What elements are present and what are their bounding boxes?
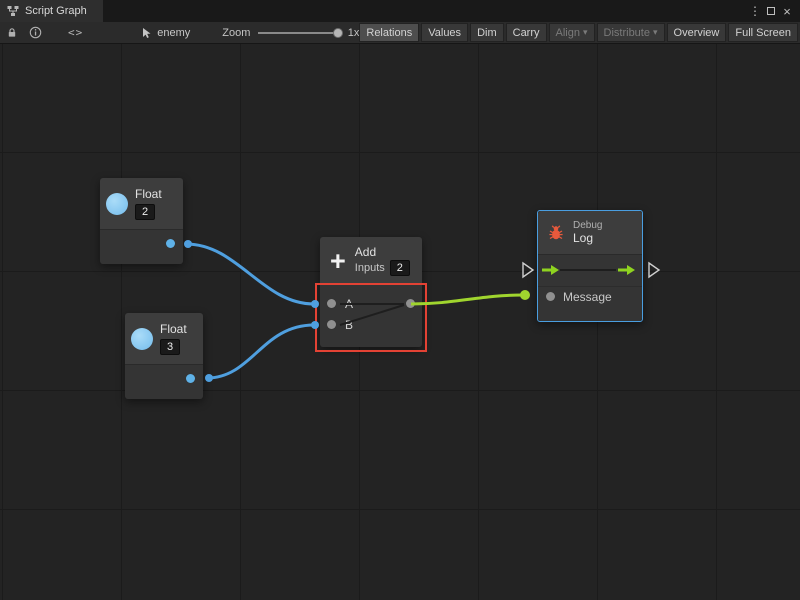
full-screen-button[interactable]: Full Screen [728,23,798,42]
align-dropdown[interactable]: Align ▾ [549,23,595,42]
node-title: Float [135,187,162,201]
node-title: Add [355,245,410,259]
float-output-port[interactable] [166,239,175,248]
zoom-label: Zoom [222,27,250,39]
message-port-label: Message [563,292,612,302]
wire-add-to-message[interactable] [411,295,523,304]
float-value-field[interactable]: 3 [160,339,180,355]
align-label: Align [556,27,580,39]
zoom-value: 1x [348,27,360,39]
ports-highlight-rect [315,283,427,352]
float-type-icon [106,193,128,215]
graph-canvas[interactable]: Float 2 Float 3 + Add Inputs [0,44,800,600]
overview-button[interactable]: Overview [667,23,727,42]
maximize-icon[interactable] [763,2,779,20]
carry-button[interactable]: Carry [506,23,547,42]
graph-name-label: enemy [157,27,190,39]
zoom-slider[interactable] [258,32,339,34]
graph-breadcrumb-enemy[interactable]: enemy [141,23,190,43]
code-view-button[interactable]: <> [68,23,83,43]
chevron-down-icon: ▾ [653,27,658,38]
info-button[interactable] [29,23,42,43]
script-graph-icon [7,1,19,21]
flow-triangle-out[interactable] [649,263,659,277]
node-title: Float [160,322,187,336]
relations-button[interactable]: Relations [359,23,419,42]
tab-script-graph[interactable]: Script Graph [0,0,103,22]
message-input-port[interactable] [546,292,555,301]
float-node-1[interactable]: Float 2 [100,178,183,264]
wire-float1-to-a[interactable] [186,244,314,304]
lock-button[interactable] [6,23,18,43]
titlebar: Script Graph ⋮ × [0,0,800,22]
debug-log-node[interactable]: Debug Log Message [537,210,643,322]
wire-endpoint-dot [205,374,213,382]
wire-endpoint-dot [520,290,530,300]
window-controls: ⋮ × [747,0,800,22]
wire-float2-to-b[interactable] [207,325,314,378]
values-button[interactable]: Values [421,23,468,42]
flow-triangle-in[interactable] [523,263,533,277]
float-type-icon [131,328,153,350]
add-icon: + [330,249,346,273]
zoom-slider-handle[interactable] [333,28,343,38]
toolbar-buttons: Relations Values Dim Carry Align ▾ Distr… [359,23,798,42]
float-output-port[interactable] [186,374,195,383]
inputs-label: Inputs [355,262,385,274]
maximize-glyph [767,7,775,15]
tab-title: Script Graph [25,5,87,17]
control-flow-row [538,255,642,287]
dim-button[interactable]: Dim [470,23,504,42]
close-icon[interactable]: × [779,2,795,20]
distribute-label: Distribute [604,27,650,39]
float-node-2[interactable]: Float 3 [125,313,203,399]
node-title: Log [573,231,602,245]
message-port-row: Message [538,287,642,321]
pointer-icon [141,23,153,43]
pane-menu-icon[interactable]: ⋮ [747,2,763,20]
distribute-dropdown[interactable]: Distribute ▾ [597,23,665,42]
inputs-count-field[interactable]: 2 [390,260,410,276]
node-category: Debug [573,220,602,231]
bug-icon [547,223,565,243]
wire-endpoint-dot [184,240,192,248]
graph-toolbar: <> enemy Zoom 1x Relations Values Dim Ca… [0,22,800,44]
float-value-field[interactable]: 2 [135,204,155,220]
chevron-down-icon: ▾ [583,27,588,38]
